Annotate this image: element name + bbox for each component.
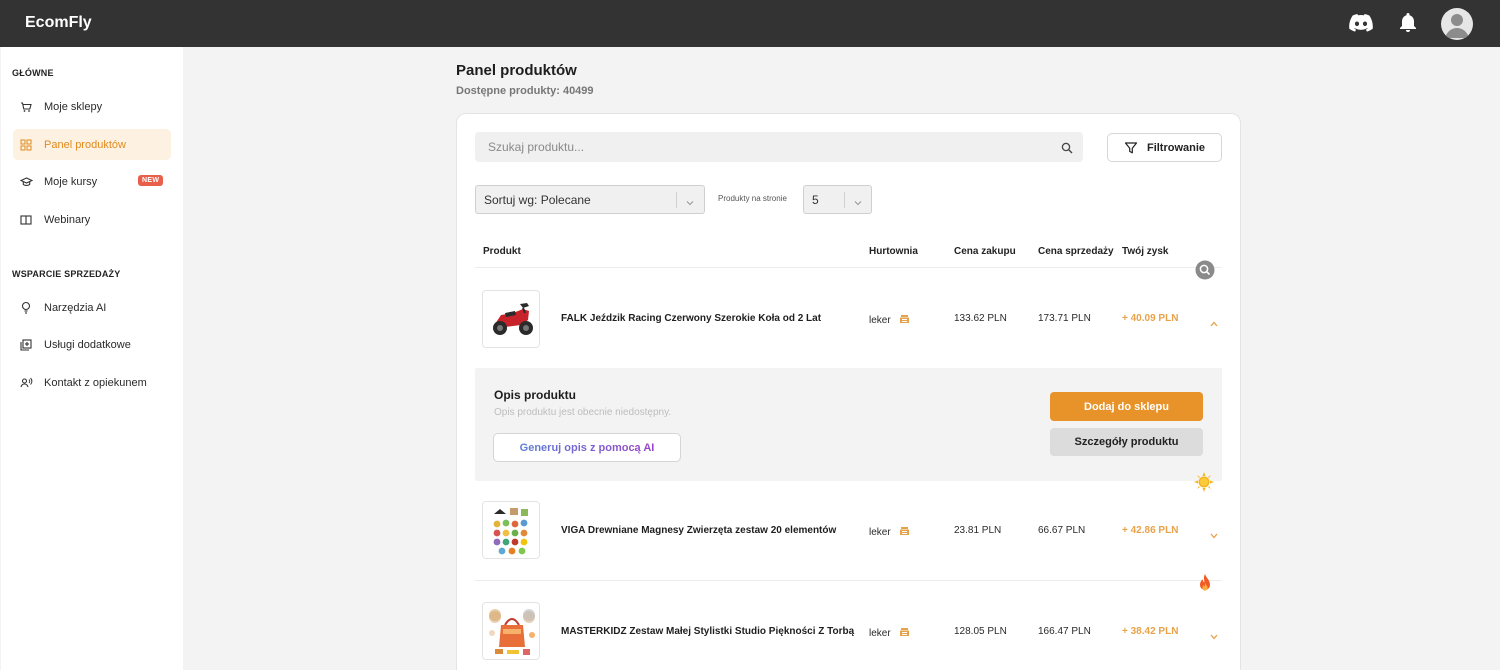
wholesaler-name: leker [869,527,891,538]
buy-price-cell: 133.62 PLN [954,313,1007,324]
sidebar-section-main: GŁÓWNE [12,68,54,78]
profit-cell: + 38.42 PLN [1122,626,1179,637]
discord-icon[interactable] [1348,10,1374,36]
product-image[interactable] [482,501,540,559]
sidebar-item-contact-supervisor[interactable]: Kontakt z opiekunem [13,367,171,398]
generate-ai-description-button[interactable]: Generuj opis z pomocą AI [493,433,681,462]
filter-label: Filtrowanie [1146,141,1206,154]
profit-cell: + 42.86 PLN [1122,525,1179,536]
sidebar-item-ai-tools[interactable]: Narzędzia AI [13,292,171,323]
available-products-count: Dostępne produkty: 40499 [456,85,594,97]
column-header-wholesaler[interactable]: Hurtownia [869,246,918,257]
product-details-panel: Opis produktu Opis produktu jest obecnie… [475,368,1222,481]
product-name[interactable]: MASTERKIDZ Zestaw Małej Stylistki Studio… [561,626,854,637]
book-icon [19,213,33,227]
sidebar-item-label: Moje sklepy [44,100,103,113]
bell-icon[interactable] [1395,10,1421,36]
filter-button[interactable]: Filtrowanie [1107,133,1222,162]
sun-icon [1194,472,1214,492]
fire-icon [1195,573,1215,593]
sidebar-item-label: Webinary [44,213,91,226]
chevron-down-icon [853,195,863,206]
warehouse-icon [899,313,910,324]
filter-icon [1124,141,1138,155]
sidebar-item-my-shops[interactable]: Moje sklepy [13,91,171,122]
select-divider [844,192,845,208]
wholesaler-name: leker [869,628,891,639]
buy-price-cell: 23.81 PLN [954,525,1002,536]
description-title: Opis produktu [494,388,576,402]
chevron-down-icon[interactable] [1209,628,1219,640]
row-divider [475,580,1222,581]
description-text: Opis produktu jest obecnie niedostępny. [494,407,672,418]
wholesaler-cell: leker [869,525,910,538]
sort-select[interactable]: Sortuj wg: Polecane [475,185,705,214]
table-row[interactable]: VIGA Drewniane Magnesy Zwierzęta zestaw … [475,491,1222,571]
column-header-sell-price[interactable]: Cena sprzedaży [1038,246,1114,257]
select-divider [676,192,677,208]
wholesaler-name: leker [869,315,891,326]
chevron-down-icon [685,195,695,206]
sidebar-item-webinars[interactable]: Webinary [13,204,171,235]
page-title: Panel produktów [456,62,577,79]
per-page-value: 5 [812,193,819,207]
add-box-icon [19,338,33,352]
sidebar-item-label: Usługi dodatkowe [44,338,131,351]
grid-icon [19,138,33,152]
table-row[interactable]: MASTERKIDZ Zestaw Małej Stylistki Studio… [475,592,1222,670]
brand-logo[interactable]: EcomFly [25,14,92,32]
column-header-buy-price[interactable]: Cena zakupu [954,246,1016,257]
warehouse-icon [899,626,910,637]
product-details-button[interactable]: Szczegóły produktu [1050,428,1203,456]
column-header-product[interactable]: Produkt [483,246,521,257]
sell-price-cell: 166.47 PLN [1038,626,1091,637]
search-badge-icon [1195,260,1215,280]
sidebar-item-additional-services[interactable]: Usługi dodatkowe [13,329,171,360]
sell-price-cell: 66.67 PLN [1038,525,1086,536]
sidebar-item-label: Panel produktów [44,138,126,151]
chevron-up-icon[interactable] [1209,315,1219,327]
product-image[interactable] [482,602,540,660]
sidebar: GŁÓWNE Moje sklepy Panel produktów Moje … [1,47,183,670]
ai-button-label: Generuj opis z pomocą AI [519,441,655,454]
cart-icon [19,100,33,114]
sidebar-item-label: Moje kursy [44,175,98,188]
sidebar-item-label: Kontakt z opiekunem [44,376,147,389]
wholesaler-cell: leker [869,313,910,326]
per-page-label: Produkty na stronie [718,194,787,203]
warehouse-icon [899,525,910,536]
sidebar-section-sales-support: WSPARCIE SPRZEDAŻY [12,269,121,279]
add-to-shop-button[interactable]: Dodaj do sklepu [1050,392,1203,421]
new-badge: NEW [138,175,164,186]
table-row[interactable]: FALK Jeździk Racing Czerwony Szerokie Ko… [475,278,1222,358]
sell-price-cell: 173.71 PLN [1038,313,1091,324]
per-page-select[interactable]: 5 [803,185,872,214]
lightbulb-icon [19,301,33,315]
profit-cell: + 40.09 PLN [1122,313,1179,324]
row-divider [475,267,1222,268]
sidebar-item-my-courses[interactable]: Moje kursy NEW [13,166,171,197]
wholesaler-cell: leker [869,626,910,639]
chevron-down-icon[interactable] [1209,527,1219,539]
sort-select-value: Sortuj wg: Polecane [484,193,591,207]
sidebar-item-label: Narzędzia AI [44,301,107,314]
buy-price-cell: 128.05 PLN [954,626,1007,637]
sidebar-item-product-panel[interactable]: Panel produktów [13,129,171,160]
column-header-profit[interactable]: Twój zysk [1122,246,1169,257]
graduation-cap-icon [19,175,33,189]
product-name[interactable]: VIGA Drewniane Magnesy Zwierzęta zestaw … [561,525,836,536]
search-icon[interactable] [1061,141,1073,154]
top-bar: EcomFly [0,0,1500,47]
search-input[interactable] [488,132,1048,162]
search-bar [475,132,1083,162]
product-image[interactable] [482,290,540,348]
product-name[interactable]: FALK Jeździk Racing Czerwony Szerokie Ko… [561,313,821,324]
contact-icon [19,376,33,390]
avatar-icon[interactable] [1441,8,1473,40]
